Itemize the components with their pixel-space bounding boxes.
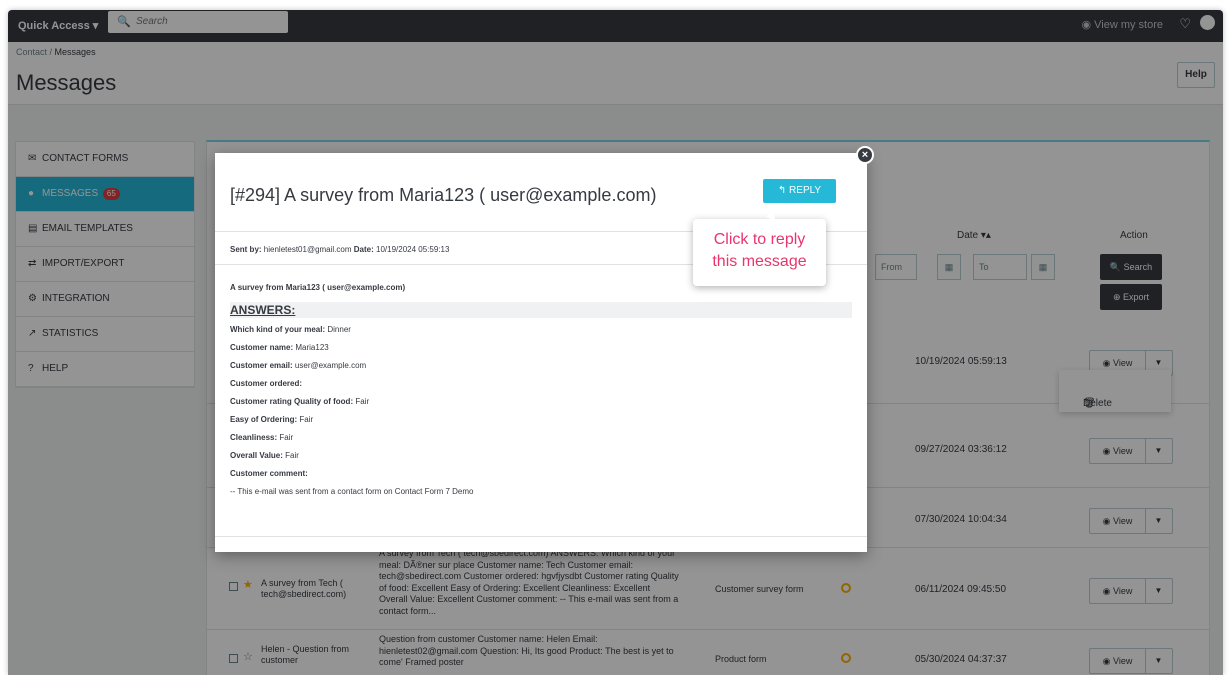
answer-label: Overall Value:: [230, 451, 283, 460]
answer-label: Customer rating Quality of food:: [230, 397, 354, 406]
answer-label: Cleanliness:: [230, 433, 278, 442]
hint-line-1: Click to reply: [713, 231, 806, 248]
answer-label: Easy of Ordering:: [230, 415, 298, 424]
sent-date: 10/19/2024 05:59:13: [376, 245, 450, 254]
reply-label: REPLY: [789, 185, 822, 196]
close-icon[interactable]: ×: [856, 146, 874, 164]
answer-line: Customer name: Maria123: [230, 343, 852, 352]
answer-label: Which kind of your meal:: [230, 325, 326, 334]
answer-label: Customer ordered:: [230, 379, 303, 388]
answer-line: Customer comment:: [230, 469, 852, 478]
sent-by-line: Sent by: hienletest01@gmail.com Date: 10…: [230, 245, 449, 254]
answer-value: Fair: [299, 415, 314, 424]
answer-value: Maria123: [295, 343, 329, 352]
answer-value: Fair: [279, 433, 294, 442]
answer-value: Dinner: [327, 325, 351, 334]
answer-line: Customer email: user@example.com: [230, 361, 852, 370]
answer-line: Easy of Ordering: Fair: [230, 415, 852, 424]
sent-by-email: hienletest01@gmail.com: [263, 245, 352, 254]
answer-value: Fair: [285, 451, 299, 460]
modal-body: A survey from Maria123 ( user@example.co…: [230, 283, 852, 505]
answer-line: Cleanliness: Fair: [230, 433, 852, 442]
sent-by-label: Sent by:: [230, 245, 262, 254]
divider: [215, 536, 867, 537]
answer-label: Customer name:: [230, 343, 294, 352]
date-label: Date:: [353, 245, 374, 254]
reply-icon: ↰: [777, 185, 790, 196]
answer-label: Customer email:: [230, 361, 293, 370]
answer-value: Fair: [355, 397, 370, 406]
answer-label: Customer comment:: [230, 469, 308, 478]
answer-value: user@example.com: [294, 361, 367, 370]
answer-line: Overall Value: Fair: [230, 451, 852, 460]
footer-note: -- This e-mail was sent from a contact f…: [230, 487, 474, 496]
answer-line: Which kind of your meal: Dinner: [230, 325, 852, 334]
answer-line: Customer rating Quality of food: Fair: [230, 397, 852, 406]
hint-line-2: this message: [712, 253, 807, 270]
answers-heading: ANSWERS:: [230, 302, 852, 318]
answer-line: Customer ordered:: [230, 379, 852, 388]
modal-title: [#294] A survey from Maria123 ( user@exa…: [230, 185, 657, 205]
reply-hint-callout: Click to reply this message: [693, 219, 826, 286]
reply-button[interactable]: ↰ REPLY: [763, 179, 836, 203]
